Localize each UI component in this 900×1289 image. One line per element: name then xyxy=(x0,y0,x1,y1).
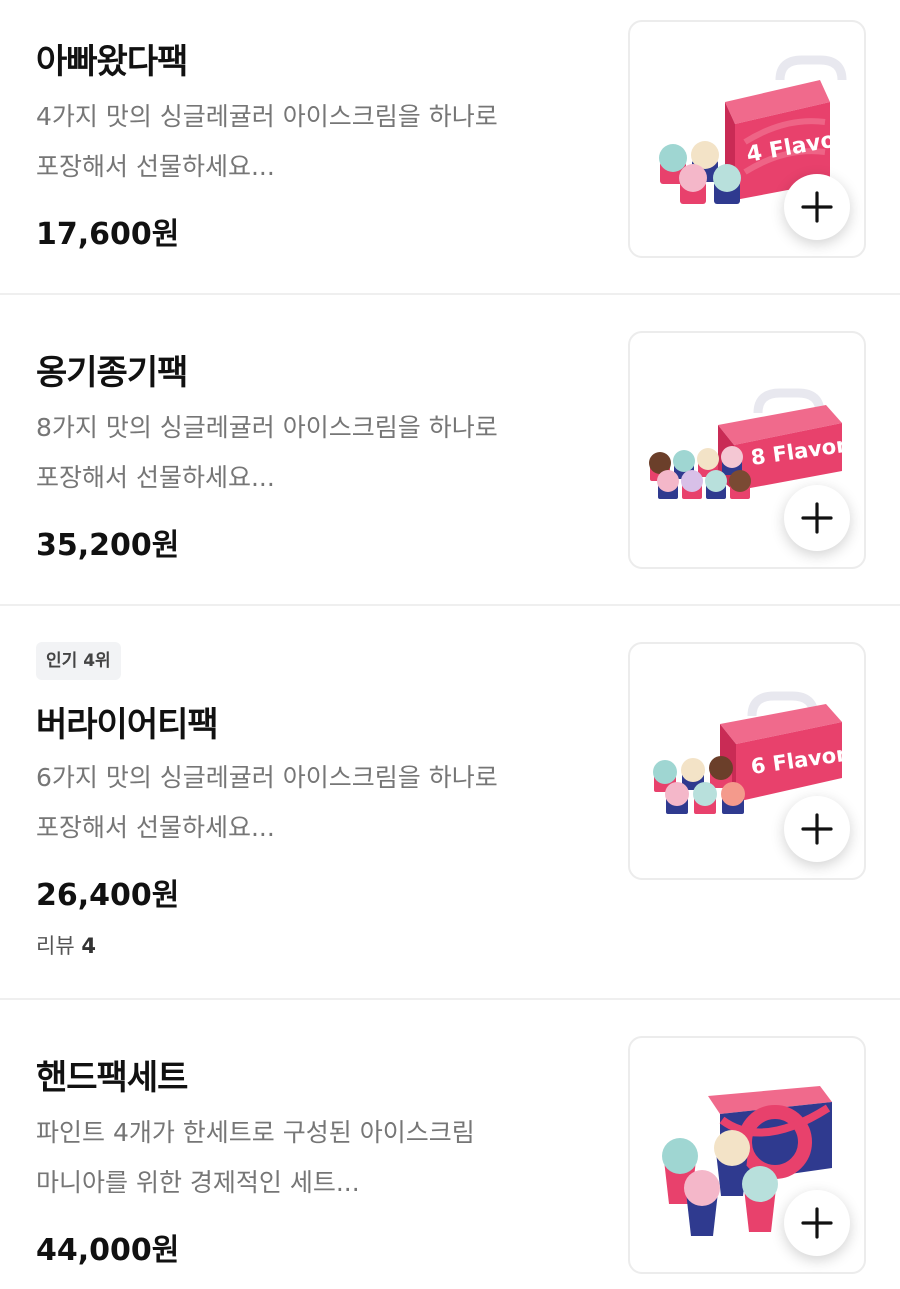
product-item-4[interactable]: 핸드팩세트 파인트 4개가 한세트로 구성된 아이스크림 마니아를 위한 경제적… xyxy=(0,1000,900,1289)
product-description: 8가지 맛의 싱글레귤러 아이스크림을 하나로 포장해서 선물하세요... xyxy=(36,413,498,492)
product-item-2[interactable]: 옹기종기팩 8가지 맛의 싱글레귤러 아이스크림을 하나로 포장해서 선물하세요… xyxy=(0,295,900,604)
product-price: 26,400원 xyxy=(36,878,180,913)
product-price: 44,000원 xyxy=(36,1233,180,1268)
product-list: 아빠왔다팩 4가지 맛의 싱글레귤러 아이스크림을 하나로 포장해서 선물하세요… xyxy=(0,0,900,1289)
plus-icon xyxy=(801,813,833,845)
product-price: 17,600원 xyxy=(36,217,180,252)
product-description: 4가지 맛의 싱글레귤러 아이스크림을 하나로 포장해서 선물하세요... xyxy=(36,102,498,181)
add-to-cart-button[interactable] xyxy=(784,796,850,862)
product-thumbnail[interactable] xyxy=(628,1036,866,1274)
product-name: 아빠왔다팩 xyxy=(36,42,188,82)
product-name: 버라이어티팩 xyxy=(36,705,219,745)
popularity-badge: 인기 4위 xyxy=(36,642,121,680)
plus-icon xyxy=(801,502,833,534)
add-to-cart-button[interactable] xyxy=(784,174,850,240)
product-description: 6가지 맛의 싱글레귤러 아이스크림을 하나로 포장해서 선물하세요... xyxy=(36,763,498,842)
add-to-cart-button[interactable] xyxy=(784,1190,850,1256)
product-thumbnail[interactable]: 8 Flavors xyxy=(628,331,866,569)
product-name: 핸드팩세트 xyxy=(36,1058,188,1098)
product-item-3[interactable]: 인기 4위 버라이어티팩 6가지 맛의 싱글레귤러 아이스크림을 하나로 포장해… xyxy=(0,606,900,998)
product-name: 옹기종기팩 xyxy=(36,353,188,393)
product-thumbnail[interactable]: 4 Flavors xyxy=(628,20,866,258)
add-to-cart-button[interactable] xyxy=(784,485,850,551)
plus-icon xyxy=(801,1207,833,1239)
product-price: 35,200원 xyxy=(36,528,180,563)
plus-icon xyxy=(801,191,833,223)
product-item-1[interactable]: 아빠왔다팩 4가지 맛의 싱글레귤러 아이스크림을 하나로 포장해서 선물하세요… xyxy=(0,0,900,294)
review-count[interactable]: 리뷰 4 xyxy=(36,930,96,960)
product-thumbnail[interactable]: 6 Flavors xyxy=(628,642,866,880)
product-description: 파인트 4개가 한세트로 구성된 아이스크림 마니아를 위한 경제적인 세트..… xyxy=(36,1118,475,1197)
